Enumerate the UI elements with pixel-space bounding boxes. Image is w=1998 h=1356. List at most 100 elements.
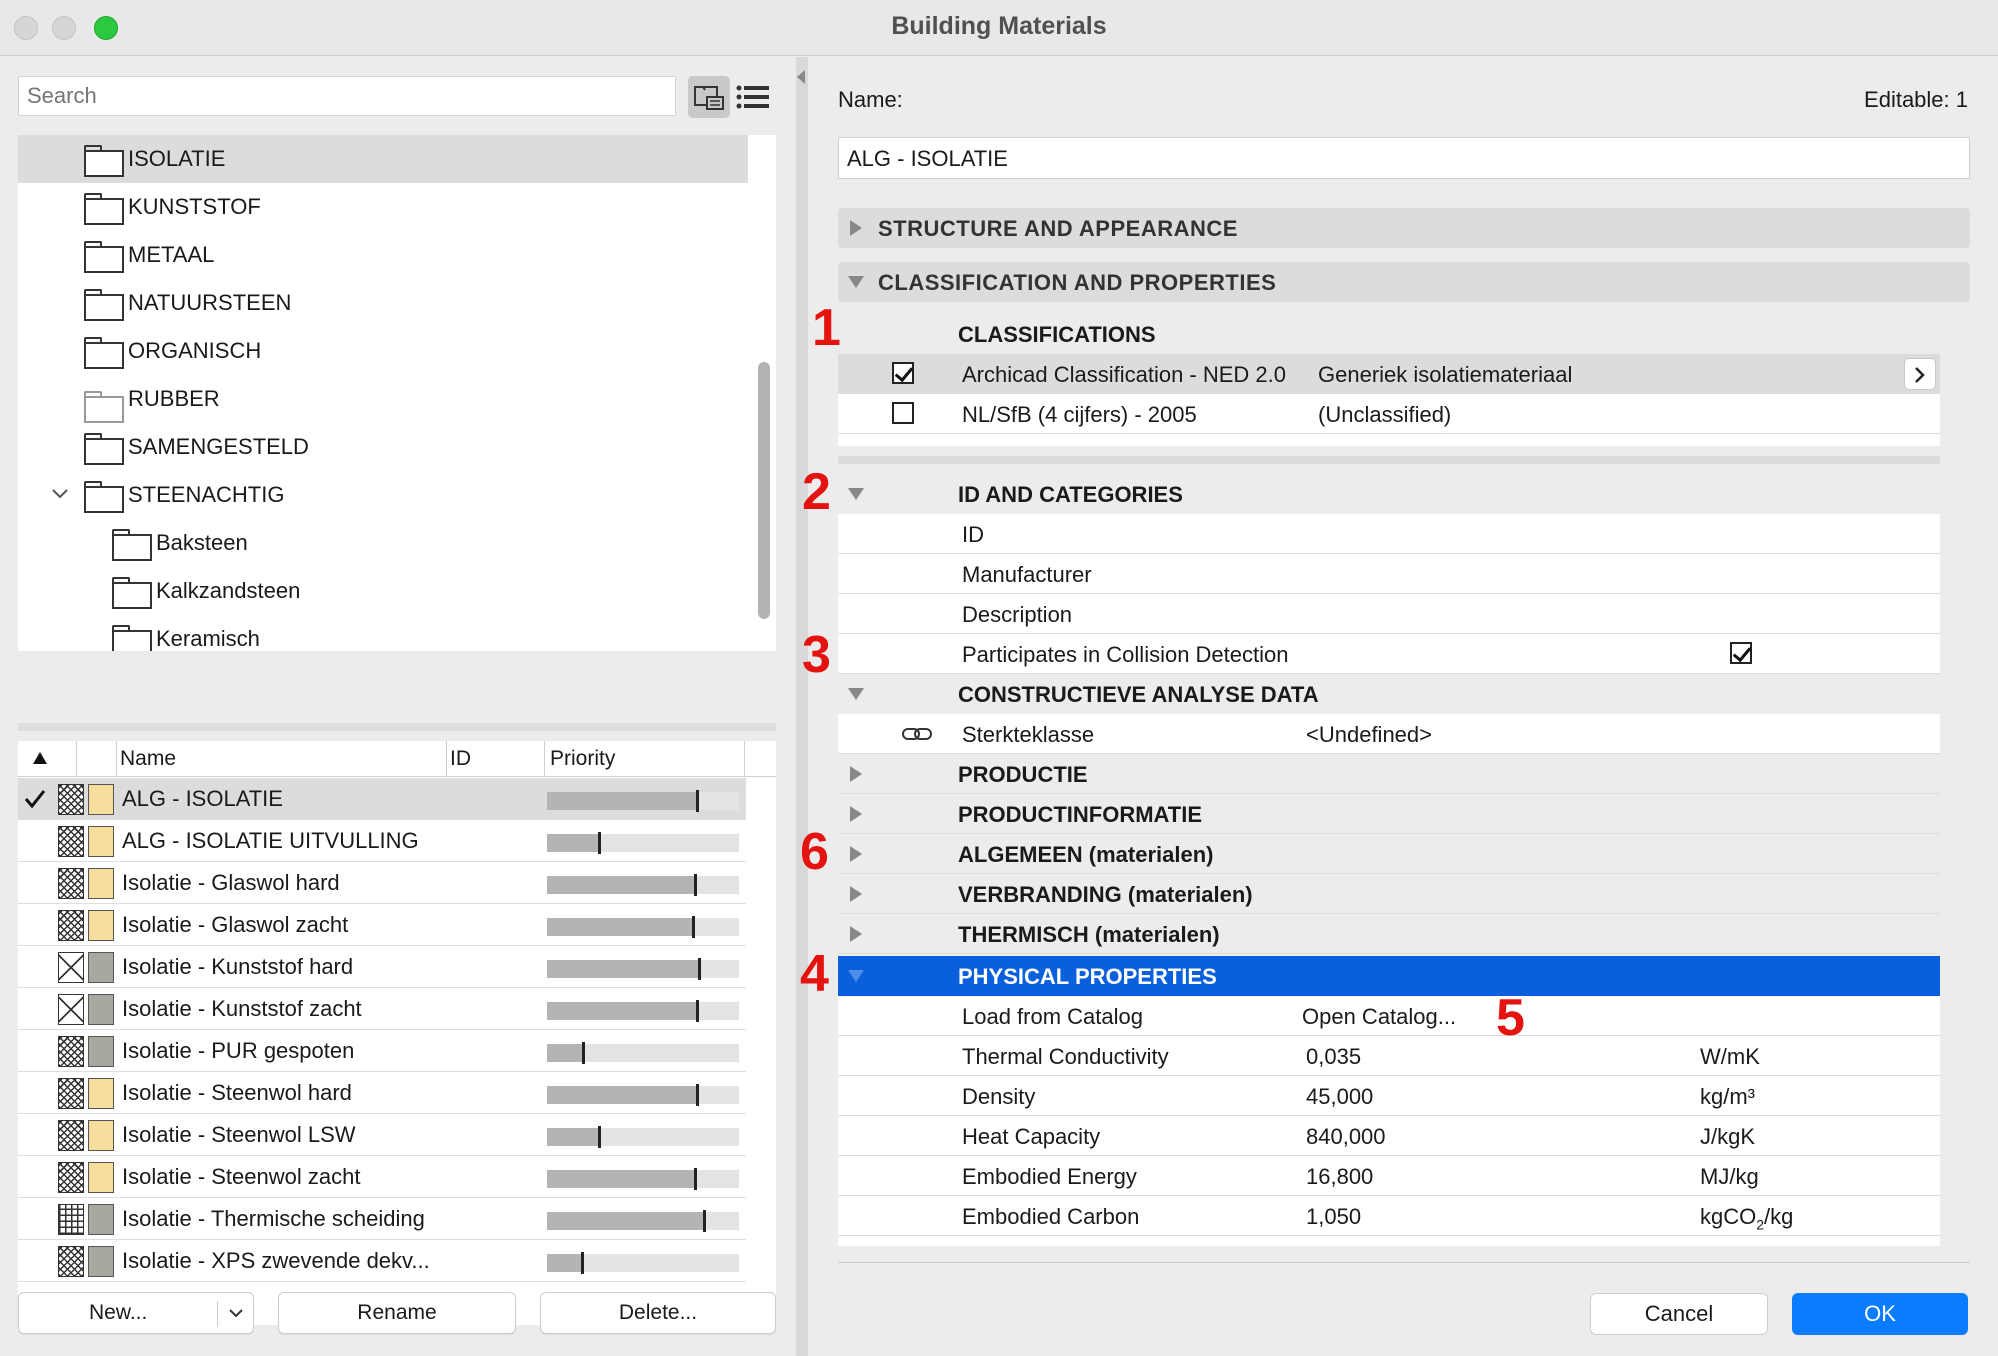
priority-bar[interactable]: [547, 1168, 739, 1190]
priority-bar[interactable]: [547, 832, 739, 854]
table-row[interactable]: ALG - ISOLATIE UITVULLING: [18, 820, 746, 862]
folder-view-button[interactable]: [688, 76, 730, 118]
tree-item-kalkzandsteen[interactable]: Kalkzandsteen: [18, 567, 748, 615]
classification-row-nlsfb[interactable]: NL/SfB (4 cijfers) - 2005 (Unclassified): [838, 394, 1940, 434]
panel-divider[interactable]: [18, 723, 776, 731]
section-structure-appearance[interactable]: STRUCTURE AND APPEARANCE: [838, 208, 1970, 248]
property-row-description[interactable]: Description: [838, 594, 1940, 634]
classification-checkbox[interactable]: [892, 402, 914, 424]
priority-handle[interactable]: [693, 874, 697, 896]
group-constructieve[interactable]: CONSTRUCTIEVE ANALYSE DATA: [838, 674, 1940, 714]
tree-scrollbar[interactable]: [758, 362, 770, 619]
group-algemeen[interactable]: ALGEMEEN (materialen): [838, 834, 1940, 874]
property-row-load-catalog[interactable]: Load from Catalog Open Catalog...: [838, 996, 1940, 1036]
property-value[interactable]: 840,000: [1306, 1124, 1386, 1150]
classification-row-archicad[interactable]: Archicad Classification - NED 2.0 Generi…: [838, 354, 1940, 394]
group-thermisch[interactable]: THERMISCH (materialen): [838, 914, 1940, 954]
panel-splitter[interactable]: [796, 57, 808, 1356]
priority-handle[interactable]: [582, 1042, 586, 1064]
priority-handle[interactable]: [693, 1168, 697, 1190]
delete-button[interactable]: Delete...: [540, 1292, 776, 1334]
property-row-thermal-conductivity[interactable]: Thermal Conductivity 0,035 W/mK: [838, 1036, 1940, 1076]
priority-bar[interactable]: [547, 958, 739, 980]
search-input[interactable]: [18, 76, 676, 116]
classification-checkbox[interactable]: [892, 362, 914, 384]
property-value[interactable]: 45,000: [1306, 1084, 1373, 1110]
priority-handle[interactable]: [697, 958, 701, 980]
collision-checkbox[interactable]: [1730, 642, 1752, 664]
tree-item-isolatie[interactable]: ISOLATIE: [18, 135, 748, 183]
name-field[interactable]: ALG - ISOLATIE: [838, 137, 1970, 179]
material-list[interactable]: Name ID Priority ALG - ISOLATIE ALG - ISO…: [18, 741, 776, 1325]
table-row[interactable]: Isolatie - Kunststof zacht: [18, 988, 746, 1030]
priority-bar[interactable]: [547, 790, 739, 812]
property-value[interactable]: 16,800: [1306, 1164, 1373, 1190]
tree-item-baksteen[interactable]: Baksteen: [18, 519, 748, 567]
priority-handle[interactable]: [580, 1252, 584, 1274]
priority-handle[interactable]: [695, 790, 699, 812]
priority-bar[interactable]: [547, 1252, 739, 1274]
priority-handle[interactable]: [597, 1126, 601, 1148]
priority-bar[interactable]: [547, 1126, 739, 1148]
property-row-embodied-carbon[interactable]: Embodied Carbon 1,050 kgCO2/kg: [838, 1196, 1940, 1236]
tree-item-kunststof[interactable]: KUNSTSTOF: [18, 183, 748, 231]
cancel-button[interactable]: Cancel: [1590, 1293, 1768, 1335]
new-button[interactable]: New...: [18, 1292, 254, 1334]
priority-handle[interactable]: [691, 916, 695, 938]
table-row[interactable]: Isolatie - Kunststof hard: [18, 946, 746, 988]
priority-handle[interactable]: [695, 1000, 699, 1022]
classification-chooser-button[interactable]: [1904, 358, 1936, 390]
chevron-down-icon[interactable]: [52, 489, 68, 499]
priority-bar[interactable]: [547, 1210, 739, 1232]
property-value[interactable]: 1,050: [1306, 1204, 1361, 1230]
tree-item-samengesteld[interactable]: SAMENGESTELD: [18, 423, 748, 471]
priority-bar[interactable]: [547, 1084, 739, 1106]
list-view-button[interactable]: [732, 76, 774, 118]
priority-bar[interactable]: [547, 1000, 739, 1022]
tree-item-keramisch[interactable]: Keramisch: [18, 615, 748, 651]
table-row[interactable]: Isolatie - Thermische scheiding: [18, 1198, 746, 1240]
table-row[interactable]: ALG - ISOLATIE: [18, 778, 746, 820]
tree-item-natuursteen[interactable]: NATUURSTEEN: [18, 279, 748, 327]
property-row-density[interactable]: Density 45,000 kg/m³: [838, 1076, 1940, 1116]
table-row[interactable]: Isolatie - PUR gespoten: [18, 1030, 746, 1072]
group-productinformatie[interactable]: PRODUCTINFORMATIE: [838, 794, 1940, 834]
section-classification-properties[interactable]: CLASSIFICATION AND PROPERTIES: [838, 262, 1970, 302]
tree-item-organisch[interactable]: ORGANISCH: [18, 327, 748, 375]
property-row-embodied-energy[interactable]: Embodied Energy 16,800 MJ/kg: [838, 1156, 1940, 1196]
collapse-left-icon[interactable]: [796, 69, 806, 85]
property-row-manufacturer[interactable]: Manufacturer: [838, 554, 1940, 594]
property-row-heat-capacity[interactable]: Heat Capacity 840,000 J/kgK: [838, 1116, 1940, 1156]
table-row[interactable]: Isolatie - Steenwol zacht: [18, 1156, 746, 1198]
table-row[interactable]: Isolatie - Steenwol hard: [18, 1072, 746, 1114]
tree-item-steenachtig[interactable]: STEENACHTIG: [18, 471, 748, 519]
priority-bar[interactable]: [547, 1042, 739, 1064]
chevron-down-icon[interactable]: [229, 1309, 243, 1319]
tree-item-metaal[interactable]: METAAL: [18, 231, 748, 279]
group-verbranding[interactable]: VERBRANDING (materialen): [838, 874, 1940, 914]
column-header-priority[interactable]: Priority: [550, 747, 615, 771]
table-row[interactable]: Isolatie - Steenwol LSW: [18, 1114, 746, 1156]
table-row[interactable]: Isolatie - Glaswol hard: [18, 862, 746, 904]
priority-bar[interactable]: [547, 874, 739, 896]
property-row-sterkteklasse[interactable]: Sterkteklasse <Undefined>: [838, 714, 1940, 754]
priority-handle[interactable]: [597, 832, 601, 854]
table-row[interactable]: Isolatie - Glaswol zacht: [18, 904, 746, 946]
ok-button[interactable]: OK: [1792, 1293, 1968, 1335]
property-row-collision[interactable]: Participates in Collision Detection: [838, 634, 1940, 674]
priority-handle[interactable]: [703, 1210, 707, 1232]
property-row-id[interactable]: ID: [838, 514, 1940, 554]
properties-scroll-gutter[interactable]: [1940, 314, 1970, 1246]
group-id-categories[interactable]: ID AND CATEGORIES: [838, 474, 1940, 514]
sort-ascending-icon[interactable]: [32, 751, 48, 765]
folder-tree[interactable]: ISOLATIE KUNSTSTOF METAAL NATUURSTEEN OR…: [18, 135, 776, 651]
priority-handle[interactable]: [695, 1084, 699, 1106]
table-row[interactable]: Isolatie - XPS zwevende dekv...: [18, 1240, 746, 1282]
column-header-id[interactable]: ID: [450, 747, 471, 771]
group-physical-properties[interactable]: PHYSICAL PROPERTIES: [838, 956, 1940, 996]
priority-bar[interactable]: [547, 916, 739, 938]
property-value[interactable]: 0,035: [1306, 1044, 1361, 1070]
column-header-name[interactable]: Name: [120, 747, 176, 771]
tree-item-rubber[interactable]: RUBBER: [18, 375, 748, 423]
group-productie[interactable]: PRODUCTIE: [838, 754, 1940, 794]
